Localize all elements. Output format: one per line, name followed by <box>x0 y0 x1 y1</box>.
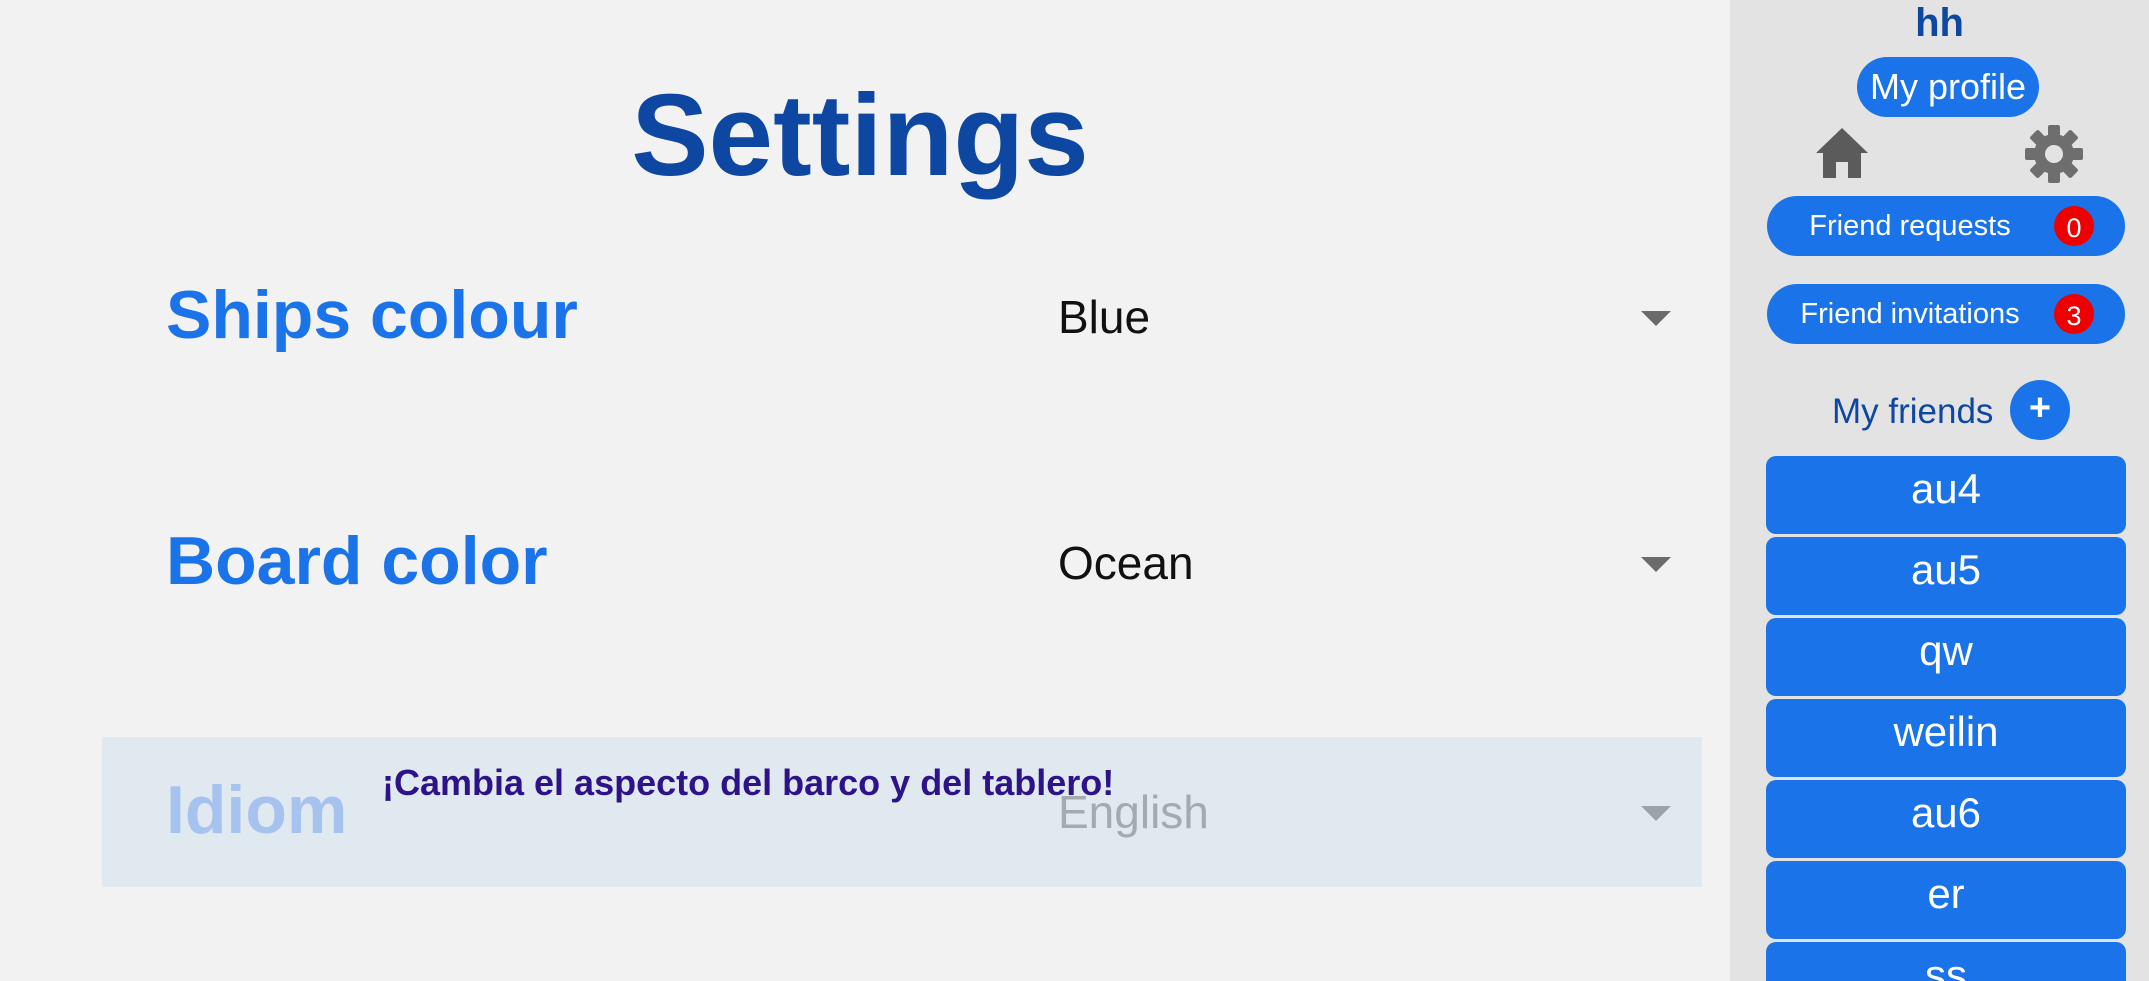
friend-invitations-button[interactable]: Friend invitations 3 <box>1767 284 2125 344</box>
my-friends-heading: My friends <box>1832 392 1994 431</box>
dropdown-arrow-icon <box>1641 806 1671 821</box>
friend-invitations-label: Friend invitations <box>1800 298 2020 330</box>
board-color-select[interactable]: Ocean <box>1058 523 1678 603</box>
friend-item[interactable]: er <box>1766 861 2126 939</box>
username: hh <box>1915 1 1964 45</box>
idiom-select[interactable]: English <box>1058 772 1678 852</box>
ships-colour-select[interactable]: Blue <box>1058 277 1678 357</box>
friend-item[interactable]: au5 <box>1766 537 2126 615</box>
my-profile-button[interactable]: My profile <box>1857 57 2039 117</box>
friend-item[interactable]: qw <box>1766 618 2126 696</box>
page-title: Settings <box>631 70 1089 200</box>
friend-item[interactable]: au6 <box>1766 780 2126 858</box>
board-color-value: Ocean <box>1058 537 1194 589</box>
friend-item[interactable]: weilin <box>1766 699 2126 777</box>
gear-icon[interactable] <box>2025 125 2083 183</box>
friend-requests-badge: 0 <box>2054 206 2094 246</box>
friend-requests-label: Friend requests <box>1809 210 2011 242</box>
friend-invitations-badge: 3 <box>2054 294 2094 334</box>
settings-page: Settings Ships colour Blue Board color O… <box>0 0 1730 981</box>
sidebar: hh My profile Friend requests 0 Friend i… <box>1730 0 2149 981</box>
friend-item[interactable]: au4 <box>1766 456 2126 534</box>
board-color-label: Board color <box>166 523 548 599</box>
idiom-label: Idiom <box>166 772 348 848</box>
ships-colour-value: Blue <box>1058 291 1151 343</box>
tutorial-tooltip: ¡Cambia el aspecto del barco y del table… <box>382 762 1115 803</box>
home-icon[interactable] <box>1814 126 1870 180</box>
dropdown-arrow-icon <box>1641 311 1671 326</box>
ships-colour-label: Ships colour <box>166 277 578 353</box>
friend-item[interactable]: ss <box>1766 942 2126 981</box>
dropdown-arrow-icon <box>1641 557 1671 572</box>
friend-requests-button[interactable]: Friend requests 0 <box>1767 196 2125 256</box>
add-friend-button[interactable]: + <box>2010 380 2070 440</box>
